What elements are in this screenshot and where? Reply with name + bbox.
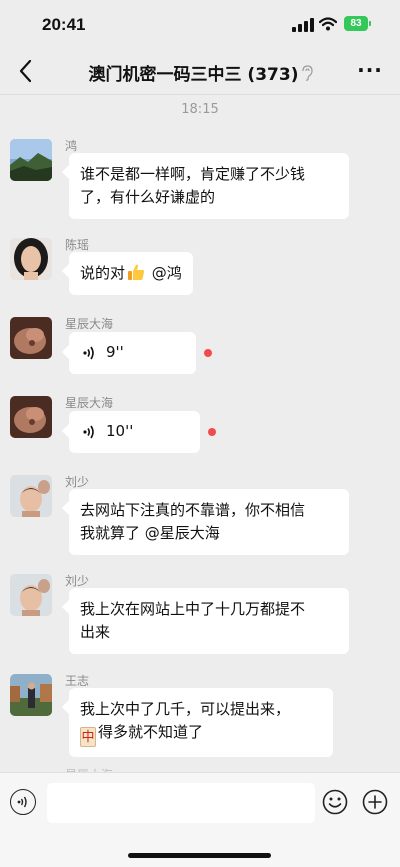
avatar[interactable] [10,139,52,181]
battery-icon: 83 [344,16,372,33]
mahjong-zhong-icon: 中 [80,727,96,747]
voice-input-button[interactable] [10,789,36,815]
voice-message-bubble[interactable]: 9'' [69,332,196,374]
message-line: 我上次在网站上中了十几万都提不 [80,600,306,618]
back-arrow-icon[interactable] [14,58,38,84]
avatar-landscape-image [10,139,52,181]
message-line: 出来 [80,623,111,641]
status-time: 20:41 [42,15,86,34]
voice-wave-icon [83,346,94,360]
avatar-hands-image [10,317,52,359]
message-bubble[interactable]: 说的对 @鸿 [69,252,193,295]
plus-icon[interactable] [362,789,388,815]
avatar[interactable] [10,396,52,438]
avatar[interactable] [10,317,52,359]
chat-title[interactable]: 澳门机密一码三中三 (373) [70,60,332,85]
sender-name: 刘少 [65,475,90,489]
message-input[interactable] [47,783,315,823]
sender-name: 星辰大海 [65,396,114,410]
voice-message-bubble[interactable]: 10'' [69,411,200,453]
voice-wave-icon [83,425,94,439]
chat-timestamp: 18:15 [181,102,219,117]
message-line: 中得多就不知道了 [80,721,322,747]
voice-duration: 9'' [106,343,124,361]
message-line: 了，有什么好谦虚的 [80,188,216,206]
sender-name: 鸿 [65,139,78,153]
message-line: 谁不是都一样啊，肯定赚了不少钱 [80,165,306,183]
avatar-outdoor-image [10,674,52,716]
voice-duration: 10'' [106,422,134,440]
more-dots-icon: ··· [357,58,383,82]
message-mention: @鸿 [147,264,182,282]
thumbs-up-icon [128,264,145,280]
avatar-portrait-image [10,238,52,280]
unread-dot [208,428,216,436]
sender-name: 刘少 [65,574,90,588]
sender-name: 王志 [65,674,90,688]
message-bubble[interactable]: 去网站下注真的不靠谱，你不相信 我就算了 @星辰大海 [69,489,349,555]
battery-level: 83 [344,16,368,31]
home-indicator[interactable] [128,853,271,858]
message-text: 说的对 [80,264,126,282]
emoji-icon[interactable] [322,789,348,815]
avatar[interactable] [10,674,52,716]
avatar[interactable] [10,574,52,616]
header-divider [0,94,400,95]
message-bubble[interactable]: 谁不是都一样啊，肯定赚了不少钱 了，有什么好谦虚的 [69,153,349,219]
message-line: 我就算了 @星辰大海 [80,524,220,542]
sender-name: 陈瑶 [65,238,90,252]
avatar[interactable] [10,238,52,280]
status-bar: 20:41 83 [0,0,400,50]
mute-ear-icon [302,65,314,81]
unread-dot [204,349,212,357]
message-text: 得多就不知道了 [98,723,204,741]
chat-title-text: 澳门机密一码三中三 (373) [88,65,299,85]
message-bubble[interactable]: 我上次中了几千，可以提出来， 中得多就不知道了 [69,688,333,757]
message-bubble[interactable]: 我上次在网站上中了十几万都提不 出来 [69,588,349,654]
message-line: 我上次中了几千，可以提出来， [80,700,291,718]
message-line: 去网站下注真的不靠谱，你不相信 [80,501,306,519]
avatar-selfie-image [10,475,52,517]
voice-icon [17,796,27,808]
avatar[interactable] [10,475,52,517]
avatar-selfie-image [10,574,52,616]
chat-header: 澳门机密一码三中三 (373) ··· [0,50,400,94]
sender-name: 星辰大海 [65,317,114,331]
signal-icon [292,18,314,32]
avatar-hands-image [10,396,52,438]
wifi-icon [319,17,337,31]
more-options-button[interactable]: ··· [355,58,385,82]
